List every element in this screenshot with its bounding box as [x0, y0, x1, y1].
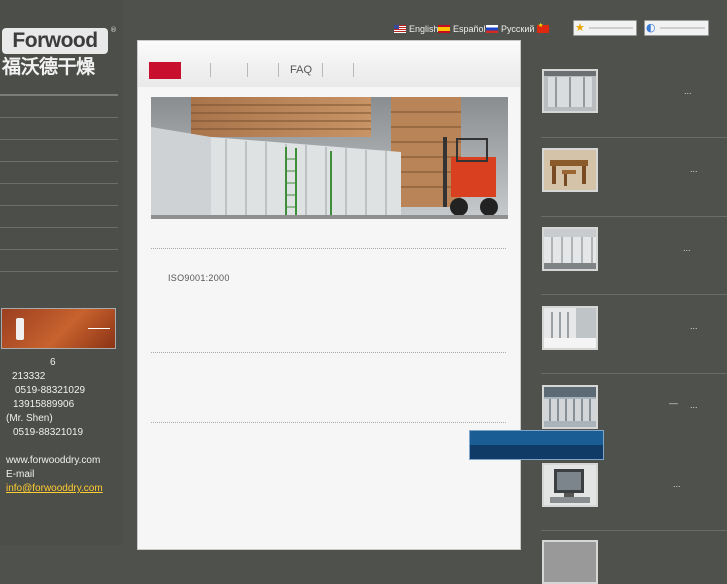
nav-tab-2[interactable] [211, 62, 247, 79]
list-divider [541, 216, 727, 217]
left-promo-banner[interactable] [1, 308, 116, 349]
contact-mobile: 13915889906 [13, 399, 75, 410]
nav-tab-home[interactable] [149, 62, 181, 79]
list-divider [541, 373, 727, 374]
product-more-link[interactable]: ... [690, 164, 698, 174]
logo-wordmark: Forwood [2, 28, 108, 54]
contact-address-line: 6 [50, 357, 56, 368]
contact-email-label: E-mail [6, 469, 35, 480]
section-divider [151, 422, 506, 423]
product-thumb-kiln-row[interactable] [542, 385, 598, 429]
product-more-link[interactable]: ... [673, 479, 681, 489]
iso-certification-text: ISO9001:2000 [168, 273, 230, 283]
nav-tab-faq[interactable]: FAQ [290, 64, 312, 76]
add-favorite-button[interactable]: ★ [573, 20, 637, 36]
contact-person: (Mr. Shen) [6, 413, 53, 424]
left-nav-item[interactable] [0, 183, 118, 205]
left-nav-item[interactable] [0, 227, 118, 249]
left-nav-item[interactable] [0, 139, 118, 161]
controller-device-icon [16, 318, 24, 340]
china-flag-icon[interactable] [537, 22, 549, 33]
nav-tab-3[interactable] [248, 62, 278, 79]
product-thumb-control-monitor[interactable] [542, 463, 598, 507]
homepage-label-bar [660, 27, 705, 29]
contact-tel: 0519-88321029 [15, 385, 86, 396]
russia-flag-icon[interactable] [486, 25, 498, 33]
product-thumb-wood-furniture[interactable] [542, 148, 598, 192]
nav-tab-5[interactable] [323, 62, 353, 79]
list-divider [541, 137, 727, 138]
nav-separator [278, 63, 279, 77]
online-service-button[interactable] [469, 430, 604, 460]
registered-mark: ® [110, 26, 117, 34]
main-content-panel: FAQ ISO9001:2000 [137, 40, 521, 550]
product-thumb-partial[interactable] [542, 540, 598, 584]
left-nav-item[interactable] [0, 161, 118, 183]
list-divider [541, 294, 727, 295]
language-russian[interactable]: Русский [501, 24, 534, 34]
contact-fax: 0519-88321019 [13, 427, 84, 438]
left-nav-item[interactable] [0, 205, 118, 227]
spain-flag-icon[interactable] [438, 25, 450, 33]
list-divider [541, 530, 727, 531]
left-nav-item[interactable] [0, 271, 118, 293]
email-link[interactable]: info@forwooddry.com [6, 483, 103, 494]
left-nav-item[interactable] [0, 117, 118, 139]
nav-separator [353, 63, 354, 77]
left-nav-item[interactable] [0, 249, 118, 271]
left-sidebar: Forwood ® 福沃德干燥 6 213332 0519-88321029 1… [0, 0, 122, 545]
logo-chinese-name: 福沃德干燥 [2, 56, 95, 78]
hero-kiln-photo [151, 97, 508, 219]
product-thumb-kiln-door[interactable] [542, 69, 598, 113]
product-more-link[interactable]: ... [684, 86, 692, 96]
contact-email: info@forwooddry.com [6, 483, 103, 494]
product-dash: — [669, 398, 678, 408]
company-logo[interactable]: Forwood ® 福沃德干燥 [2, 26, 117, 80]
star-icon: ★ [575, 21, 585, 34]
us-flag-icon[interactable] [394, 25, 406, 33]
set-homepage-button[interactable]: ◐ [644, 20, 709, 36]
contact-website: www.forwooddry.com [6, 455, 101, 466]
left-nav-menu [0, 94, 118, 293]
product-thumb-fan-room[interactable] [542, 306, 598, 350]
product-more-link[interactable]: ... [690, 321, 698, 331]
section-divider [151, 248, 506, 249]
contact-postcode: 213332 [12, 371, 46, 382]
favorite-label-bar [589, 27, 633, 29]
section-divider [151, 352, 506, 353]
product-more-link[interactable]: ... [683, 243, 691, 253]
language-spanish[interactable]: Español [453, 24, 486, 34]
globe-icon: ◐ [646, 21, 656, 34]
product-thumb-kiln-exterior[interactable] [542, 227, 598, 271]
language-english[interactable]: English [409, 24, 439, 34]
product-more-link[interactable]: ... [690, 400, 698, 410]
left-nav-item[interactable] [0, 94, 118, 117]
top-navigation: FAQ [138, 41, 520, 87]
banner-underline [88, 328, 110, 329]
